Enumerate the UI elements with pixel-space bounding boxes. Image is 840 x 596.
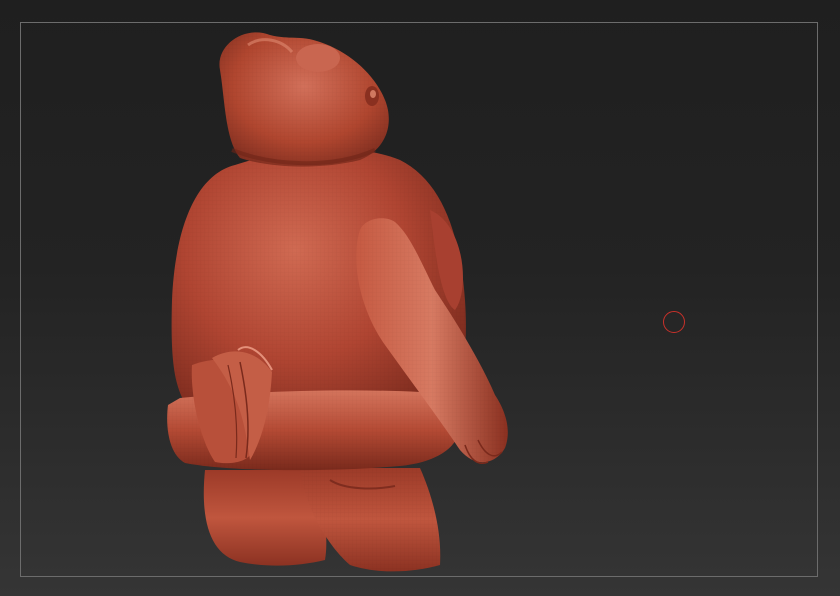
brush-circle-icon[interactable] (663, 311, 685, 333)
sculpt-model[interactable] (0, 0, 840, 596)
legs (203, 468, 441, 572)
head (219, 32, 389, 167)
zbrush-viewport[interactable] (0, 0, 840, 596)
